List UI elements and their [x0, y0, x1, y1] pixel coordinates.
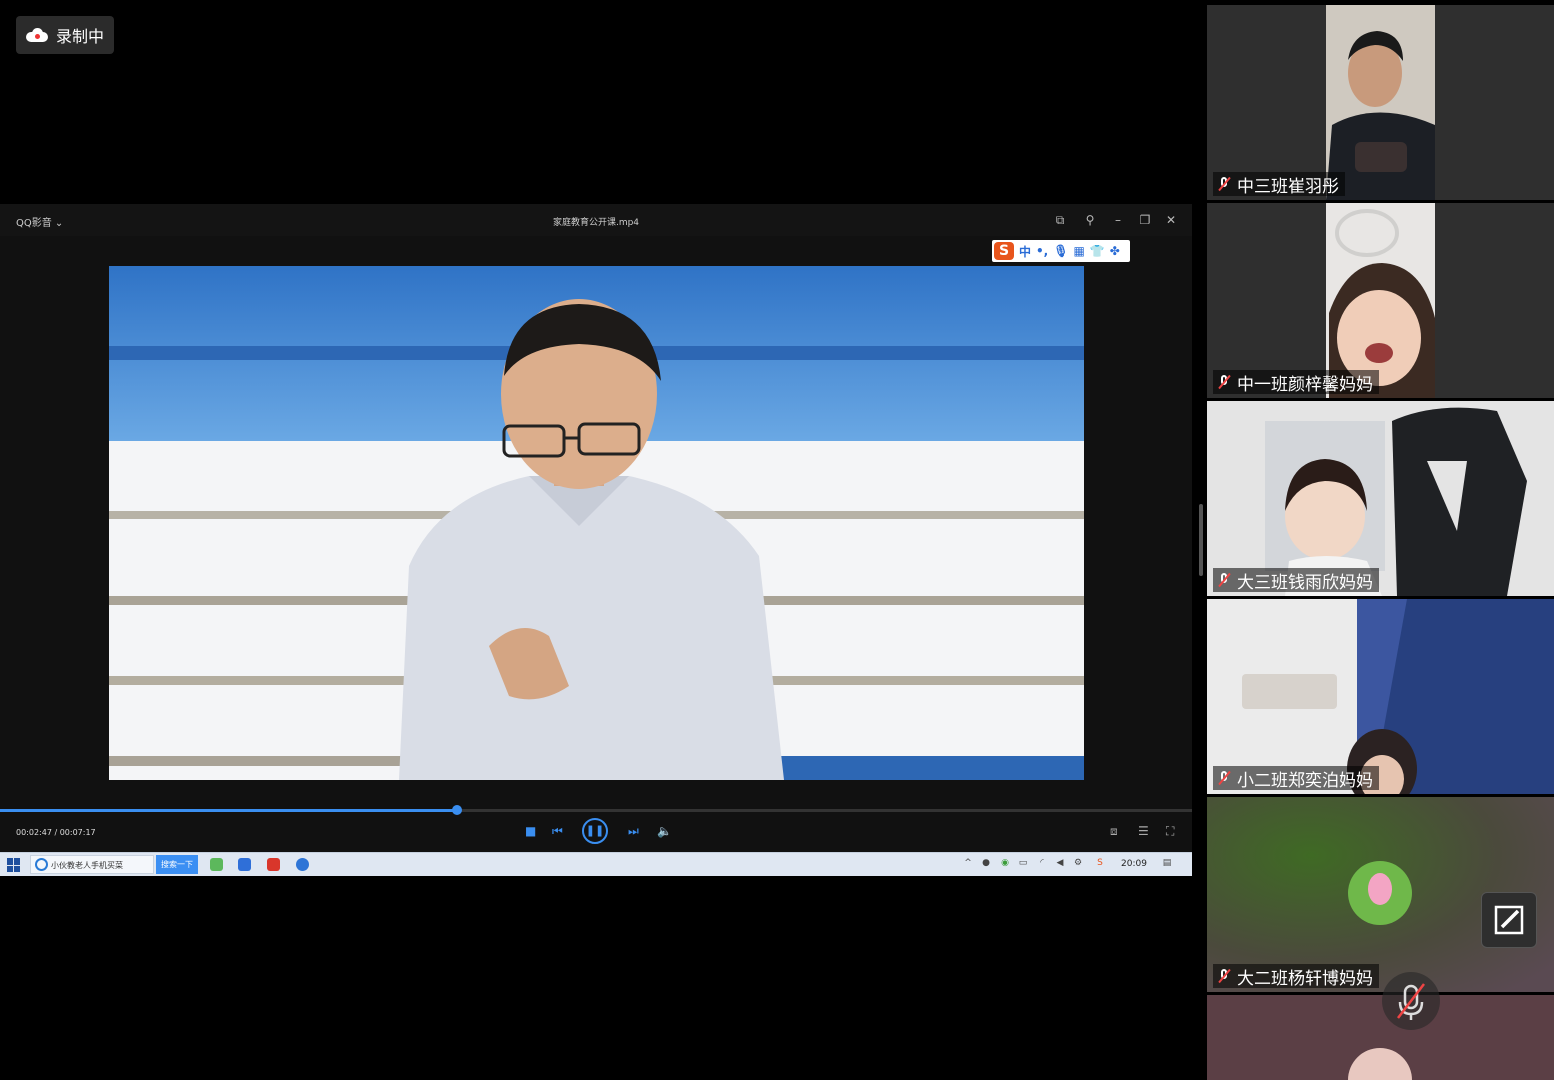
taskbar-wps-icon[interactable] — [267, 858, 280, 871]
screenshot-icon[interactable]: ⧈ — [1110, 824, 1118, 839]
ie-icon — [35, 858, 48, 871]
taskbar-app-icon[interactable] — [238, 858, 251, 871]
participant-name-tag: 大二班杨轩博妈妈 — [1213, 964, 1379, 989]
progress-knob[interactable] — [451, 805, 462, 815]
tray-app-icon[interactable]: ◉ — [1000, 858, 1010, 869]
participant-tile[interactable]: 中一班颜梓馨妈妈 — [1207, 203, 1554, 398]
progress-fill — [0, 809, 457, 812]
maximize-icon[interactable]: ❐ — [1137, 212, 1153, 228]
mic-muted-icon — [1397, 983, 1425, 1020]
participant-video — [1207, 995, 1554, 1080]
participant-tile[interactable]: 小二班郑奕泊妈妈 — [1207, 599, 1554, 794]
ime-punct[interactable]: •, — [1036, 244, 1048, 258]
windows-start-icon[interactable] — [7, 858, 21, 872]
progress-bar[interactable] — [0, 805, 1192, 815]
participant-name-tag: 大三班钱雨欣妈妈 — [1213, 568, 1379, 593]
participant-name-tag: 中一班颜梓馨妈妈 — [1213, 370, 1379, 395]
annotate-button[interactable] — [1481, 892, 1537, 948]
mic-muted-icon — [1217, 176, 1231, 192]
tray-sogou-icon[interactable]: S — [1095, 858, 1105, 869]
taskbar-browser-app[interactable]: 小伙教老人手机买菜 — [30, 855, 154, 874]
participant-tile[interactable]: 中三班崔羽彤 — [1207, 5, 1554, 200]
video-content-illustration — [109, 266, 1084, 780]
tray-chevron-icon[interactable]: ^ — [963, 858, 973, 869]
tray-volume-icon[interactable]: ◀ — [1055, 858, 1065, 869]
fullscreen-icon[interactable]: ⛶ — [1166, 824, 1174, 839]
ime-keyboard-icon[interactable]: ▦ — [1073, 244, 1084, 258]
windows-taskbar: 小伙教老人手机买菜 搜索一下 ^ ● ◉ ▭ ◜ ◀ ⚙ S 20:09 ▤ — [0, 852, 1192, 876]
edit-icon — [1494, 905, 1524, 935]
player-titlebar: QQ影音 ⌄ 家庭教育公开课.mp4 ⧉ ⚲ – ❐ ✕ — [0, 204, 1192, 236]
participant-name-tag: 中三班崔羽彤 — [1213, 172, 1345, 197]
tray-wifi-icon[interactable]: ◜ — [1037, 858, 1047, 869]
video-frame[interactable] — [109, 266, 1084, 780]
ime-toolbar[interactable]: S 中 •, 🎙 ▦ 👕 ✤ — [992, 240, 1130, 262]
cloud-icon — [26, 28, 48, 42]
taskbar-search-button[interactable]: 搜索一下 — [156, 855, 198, 874]
next-icon[interactable]: ⏭ — [628, 824, 639, 839]
close-icon[interactable]: ✕ — [1163, 212, 1179, 228]
pause-button[interactable]: ❚❚ — [582, 818, 608, 844]
stop-icon[interactable]: ■ — [525, 824, 536, 838]
volume-icon[interactable]: 🔈 — [657, 824, 672, 838]
ime-tools-icon[interactable]: ✤ — [1110, 244, 1120, 258]
ime-mode[interactable]: 中 — [1019, 243, 1031, 260]
taskbar-app-icon[interactable] — [210, 858, 223, 871]
participant-tile[interactable]: 大三班钱雨欣妈妈 — [1207, 401, 1554, 596]
settings-icon[interactable]: ☰ — [1138, 824, 1149, 838]
previous-icon[interactable]: ⏮ — [552, 824, 563, 839]
minimize-icon[interactable]: – — [1110, 212, 1126, 228]
notification-icon[interactable]: ▤ — [1162, 858, 1172, 869]
participant-name-tag: 小二班郑奕泊妈妈 — [1213, 766, 1379, 791]
floating-mic-button[interactable] — [1382, 972, 1440, 1030]
recording-label: 录制中 — [56, 27, 105, 46]
ime-mic-icon[interactable]: 🎙 — [1053, 244, 1068, 258]
taskbar-clock[interactable]: 20:09 — [1121, 859, 1147, 869]
sogou-logo-icon: S — [994, 242, 1014, 260]
file-name: 家庭教育公开课.mp4 — [552, 218, 640, 228]
taskbar-app-icon[interactable] — [296, 858, 309, 871]
mic-muted-icon — [1217, 770, 1231, 786]
ime-skin-icon[interactable]: 👕 — [1090, 244, 1105, 258]
panel-scrollbar[interactable] — [1199, 504, 1203, 576]
shared-screen-player: QQ影音 ⌄ 家庭教育公开课.mp4 ⧉ ⚲ – ❐ ✕ S 中 •, 🎙 ▦ … — [0, 204, 1192, 876]
time-display: 00:02:47 / 00:07:17 — [16, 828, 96, 837]
recording-badge[interactable]: 录制中 — [16, 16, 114, 54]
mic-muted-icon — [1217, 968, 1231, 984]
pip-icon[interactable]: ⧉ — [1052, 212, 1068, 228]
tray-mic-icon[interactable]: ● — [981, 858, 991, 869]
participant-tile-partial[interactable] — [1207, 995, 1554, 1080]
pause-icon: ❚❚ — [585, 824, 605, 837]
mic-muted-icon — [1217, 374, 1231, 390]
pin-icon[interactable]: ⚲ — [1082, 212, 1098, 228]
tray-input-icon[interactable]: ⚙ — [1073, 858, 1083, 869]
tray-battery-icon[interactable]: ▭ — [1018, 858, 1028, 869]
mic-muted-icon — [1217, 572, 1231, 588]
